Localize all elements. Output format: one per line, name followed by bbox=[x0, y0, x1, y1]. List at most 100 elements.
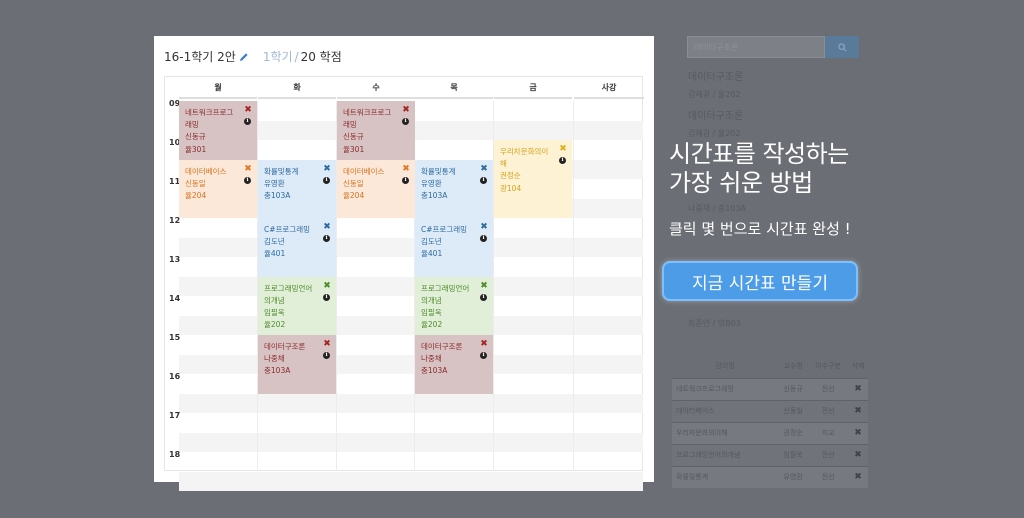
info-icon[interactable]: i bbox=[480, 235, 487, 242]
promo-subtitle: 클릭 몇 번으로 시간표 완성 ! bbox=[669, 220, 851, 238]
table-cell-type: 전선 bbox=[808, 377, 848, 400]
lecture-text: 의개념 bbox=[264, 295, 285, 305]
remove-lecture-icon[interactable]: ✖ bbox=[323, 339, 331, 349]
remove-lecture-icon[interactable]: ✖ bbox=[323, 281, 331, 291]
lecture-block[interactable]: C#프로그래밍 김도년 율401 ✖ i bbox=[258, 218, 336, 277]
day-header: 금 bbox=[494, 77, 572, 99]
table-row: 네트워크프로그래밍 신동규 전선 ✖ bbox=[672, 377, 868, 400]
lecture-text: 김도년 bbox=[421, 237, 442, 247]
search-result-name: 데이터구조론 bbox=[688, 111, 744, 122]
separator-slash: / bbox=[294, 49, 299, 64]
lecture-text: 김도년 bbox=[264, 237, 285, 247]
lecture-text: 네트워크프로그 bbox=[343, 108, 392, 117]
lecture-text: 신동일 bbox=[185, 178, 206, 188]
lecture-actions: ✖ i bbox=[244, 164, 252, 184]
remove-lecture-icon[interactable]: ✖ bbox=[323, 222, 331, 232]
lecture-text: 나중채 bbox=[264, 354, 285, 364]
lecture-block[interactable]: 데이터베이스 신동일 율204 ✖ i bbox=[179, 159, 257, 218]
lecture-actions: ✖ i bbox=[480, 339, 488, 359]
search-icon bbox=[837, 42, 847, 52]
lecture-actions: ✖ i bbox=[323, 281, 331, 301]
hour-label: 15 bbox=[169, 333, 181, 342]
column-header: 이수구분 bbox=[815, 361, 841, 370]
table-cell-type: 전선 bbox=[808, 443, 848, 466]
timetable-header: 16-1학기 2안 1학기 / 20 학점 bbox=[164, 48, 342, 65]
lecture-block[interactable]: 확률및통계 유영환 충103A ✖ i bbox=[415, 159, 493, 218]
column-header: 교수명 bbox=[783, 361, 803, 370]
table-cell-name: 우리차문화의이해 bbox=[672, 421, 779, 444]
remove-lecture-icon[interactable]: ✖ bbox=[480, 222, 488, 232]
remove-lecture-icon[interactable]: ✖ bbox=[244, 164, 252, 174]
lecture-text: 나중채 bbox=[421, 354, 442, 364]
remove-lecture-icon[interactable]: ✖ bbox=[480, 281, 488, 291]
remove-lecture-icon[interactable]: ✖ bbox=[323, 164, 331, 174]
lecture-text: 확률및통계 bbox=[264, 166, 299, 176]
table-cell-type: 전선 bbox=[808, 399, 848, 422]
remove-lecture-icon[interactable]: ✖ bbox=[559, 144, 567, 154]
info-icon[interactable]: i bbox=[480, 176, 487, 184]
lecture-text: 데이터베이스 bbox=[185, 166, 227, 176]
lecture-text: 프로그래밍언어 bbox=[421, 283, 470, 293]
search-result-item: 최준연 / 영B03 bbox=[688, 312, 741, 329]
search-result-item: 데이터구조론 김혜광 / 율202 bbox=[688, 107, 743, 139]
lecture-actions: ✖ i bbox=[559, 144, 567, 164]
lecture-block[interactable]: 프로그래밍언어 의개념 임필욱 율202 ✖ i bbox=[415, 276, 493, 335]
lecture-block[interactable]: 네트워크프로그 래밍 신동규 율301 ✖ i bbox=[179, 101, 257, 160]
info-icon[interactable]: i bbox=[559, 157, 566, 164]
info-icon[interactable]: i bbox=[323, 235, 330, 242]
info-icon[interactable]: i bbox=[402, 176, 409, 184]
lecture-text: 율401 bbox=[421, 249, 443, 259]
table-row: 확률및통계 유영환 전선 ✖ bbox=[672, 465, 868, 488]
lecture-actions: ✖ i bbox=[323, 222, 331, 242]
hour-label: 16 bbox=[169, 372, 181, 381]
search-result-name: 데이터구조론 bbox=[688, 72, 744, 83]
info-icon[interactable]: i bbox=[480, 293, 487, 301]
lecture-block[interactable]: 데이터베이스 신동일 율204 ✖ i bbox=[337, 159, 415, 218]
table-row: 프로그래밍언어의개념 임필욱 전선 ✖ bbox=[672, 443, 868, 466]
lecture-actions: ✖ i bbox=[402, 105, 410, 125]
lecture-block[interactable]: 우리차문화의이 해 권정순 광104 ✖ i bbox=[494, 140, 572, 218]
search-result-meta: 김혜광 / 율202 bbox=[688, 129, 741, 138]
lecture-block[interactable]: 프로그래밍언어 의개념 임필욱 율202 ✖ i bbox=[258, 276, 336, 335]
lecture-text: 율401 bbox=[264, 249, 286, 259]
table-row: 우리차문화의이해 권정순 지교 ✖ bbox=[672, 421, 868, 444]
info-icon[interactable]: i bbox=[244, 176, 251, 184]
lecture-block[interactable]: 데이터구조론 나중채 충103A ✖ i bbox=[415, 335, 493, 394]
timetable-title: 16-1학기 2안 bbox=[164, 50, 236, 64]
info-icon[interactable]: i bbox=[480, 352, 487, 359]
semester-label: 1학기 bbox=[262, 50, 293, 64]
info-icon[interactable]: i bbox=[244, 118, 251, 125]
day-header: 사강 bbox=[574, 77, 644, 99]
lecture-block[interactable]: 확률및통계 유영환 충103A ✖ i bbox=[258, 159, 336, 218]
remove-lecture-icon[interactable]: ✖ bbox=[402, 105, 410, 115]
lecture-text: 충103A bbox=[264, 366, 291, 376]
promo-headline-line1: 시간표를 작성하는 bbox=[669, 140, 849, 168]
table-cell-prof: 권정순 bbox=[778, 421, 809, 444]
create-timetable-button[interactable]: 지금 시간표 만들기 bbox=[662, 261, 858, 301]
hour-label: 18 bbox=[169, 450, 181, 459]
info-icon[interactable]: i bbox=[323, 352, 330, 359]
lecture-block[interactable]: 데이터구조론 나중채 충103A ✖ i bbox=[258, 335, 336, 394]
remove-lecture-icon[interactable]: ✖ bbox=[244, 105, 252, 115]
table-cell-type: 전선 bbox=[808, 465, 848, 488]
info-icon[interactable]: i bbox=[323, 293, 330, 301]
column-header: 강의명 bbox=[715, 361, 735, 370]
day-header: 월 bbox=[179, 77, 257, 99]
table-cell-prof: 신동규 bbox=[778, 377, 809, 400]
column-divider bbox=[573, 101, 574, 471]
remove-lecture-icon[interactable]: ✖ bbox=[480, 164, 488, 174]
lecture-text: 유영환 bbox=[421, 178, 442, 188]
lecture-text: 신동일 bbox=[343, 178, 364, 188]
lecture-actions: ✖ i bbox=[480, 222, 488, 242]
edit-pencil-icon[interactable] bbox=[239, 52, 249, 62]
lecture-text: 데이터베이스 bbox=[343, 166, 385, 176]
info-icon[interactable]: i bbox=[402, 118, 409, 125]
remove-lecture-icon[interactable]: ✖ bbox=[402, 164, 410, 174]
lecture-block[interactable]: C#프로그래밍 김도년 율401 ✖ i bbox=[415, 218, 493, 277]
table-cell-prof: 신동일 bbox=[778, 399, 809, 422]
remove-lecture-icon[interactable]: ✖ bbox=[480, 339, 488, 349]
total-credits: 20 학점 bbox=[300, 50, 342, 64]
info-icon[interactable]: i bbox=[323, 176, 330, 184]
lecture-text: C#프로그래밍 bbox=[264, 225, 311, 234]
lecture-block[interactable]: 네트워크프로그 래밍 신동규 율301 ✖ i bbox=[337, 101, 415, 160]
